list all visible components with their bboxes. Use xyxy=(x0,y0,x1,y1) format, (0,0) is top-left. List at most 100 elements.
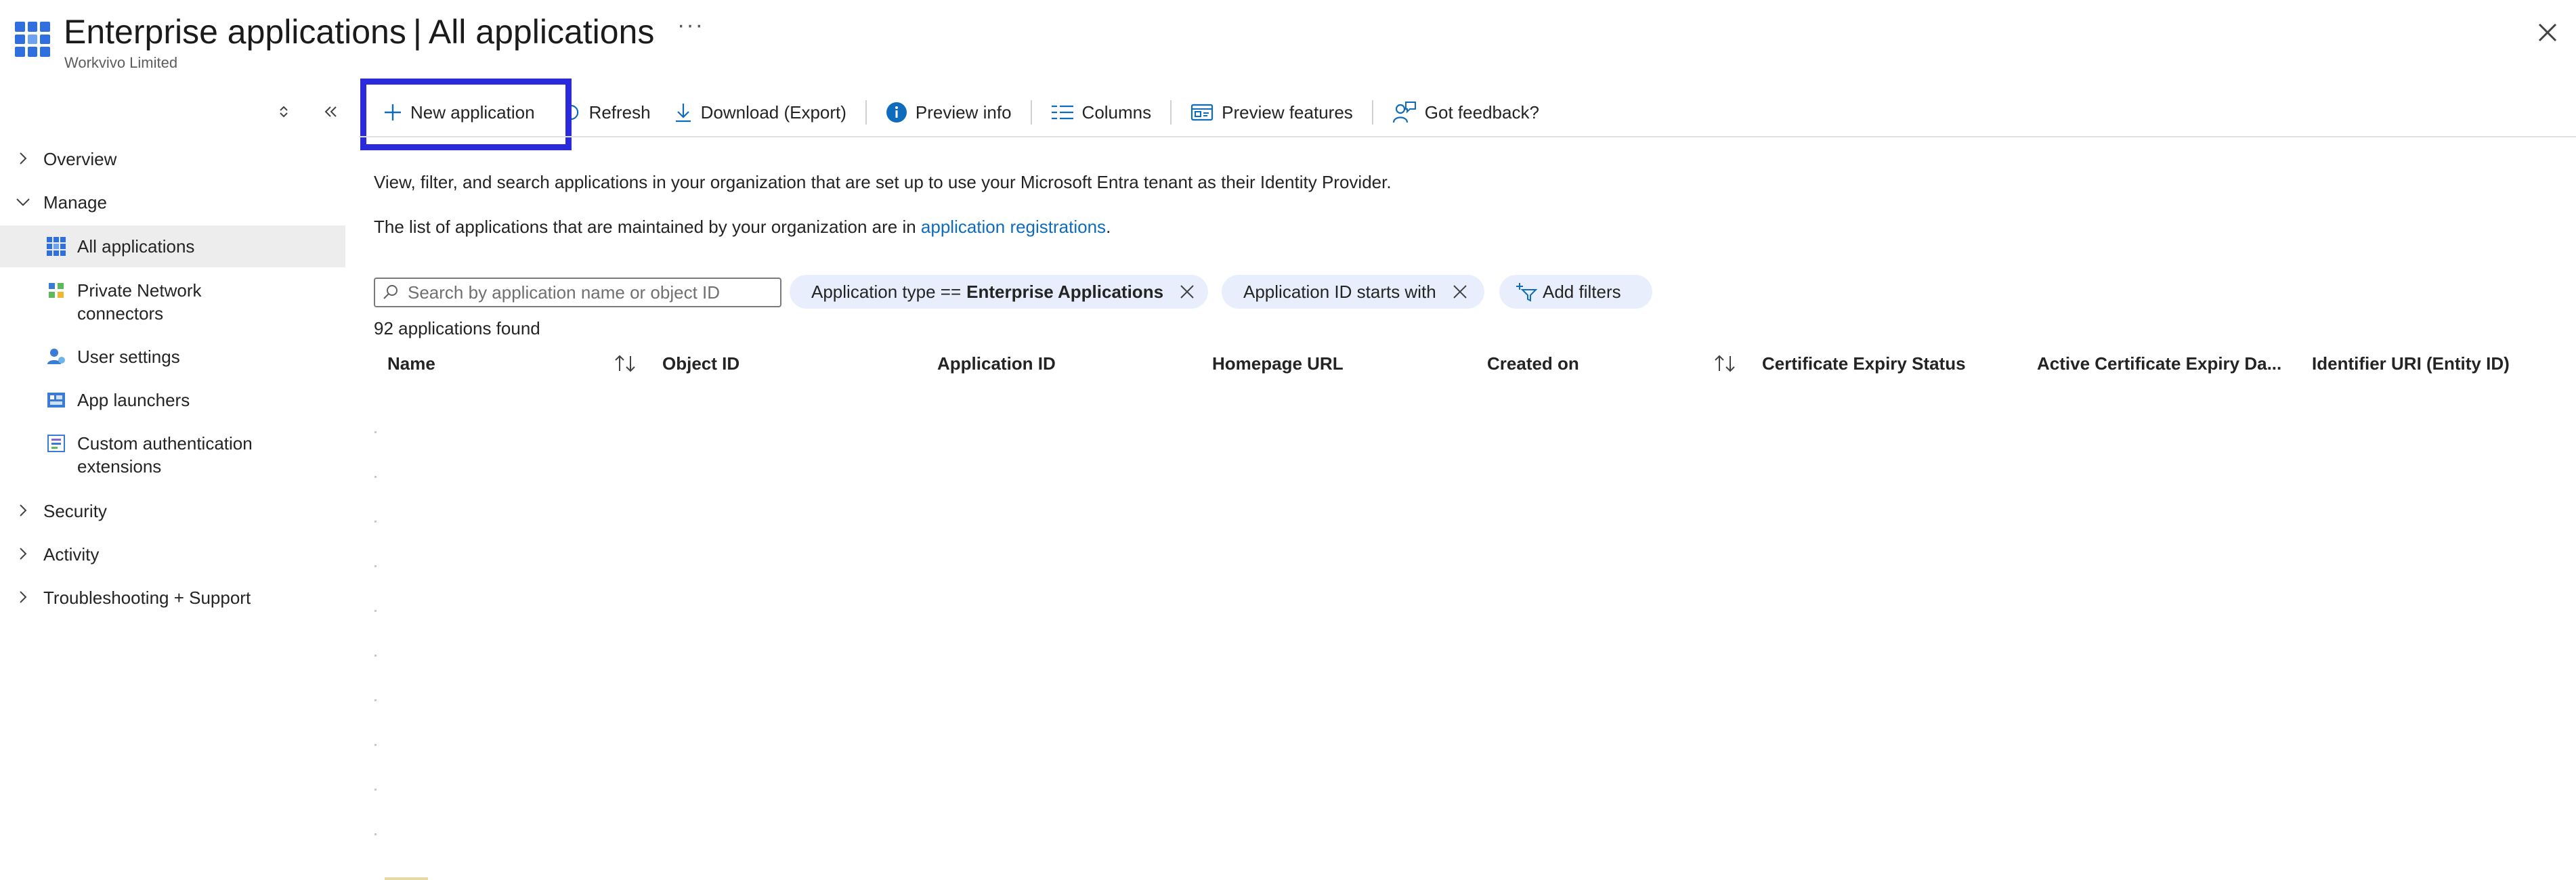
loading-row-placeholder xyxy=(374,699,377,701)
preview-info-label: Preview info xyxy=(915,102,1012,123)
feedback-button[interactable]: Got feedback? xyxy=(1392,95,1539,130)
sidebar-item-activity[interactable]: Activity xyxy=(0,543,345,566)
add-filters-button[interactable]: Add filters xyxy=(1499,275,1652,309)
toolbar-divider xyxy=(1030,100,1032,125)
sidebar-item-all-applications[interactable]: All applications xyxy=(0,225,345,267)
search-input[interactable] xyxy=(406,281,775,304)
sidebar-item-custom-authentication-extensions[interactable]: Custom authentication extensions xyxy=(0,432,345,478)
remove-filter-icon[interactable] xyxy=(1451,283,1469,301)
sidebar-item-security[interactable]: Security xyxy=(0,500,345,523)
sidebar-item-label: All applications xyxy=(77,236,195,257)
loading-row-placeholder xyxy=(374,431,377,433)
column-header-active-certificate-expiry-date[interactable]: Active Certificate Expiry Da... xyxy=(2037,353,2281,374)
info-icon xyxy=(886,102,907,123)
remove-filter-icon[interactable] xyxy=(1178,283,1196,301)
sidebar-item-troubleshooting-support[interactable]: Troubleshooting + Support xyxy=(0,586,345,609)
column-header-homepage-url[interactable]: Homepage URL xyxy=(1212,353,1344,374)
preview-info-button[interactable]: Preview info xyxy=(886,95,1012,130)
sidebar-item-label: Manage xyxy=(43,192,107,213)
collapse-sidebar-icon[interactable] xyxy=(322,104,339,119)
sidebar-item-label: Private Network connectors xyxy=(77,279,202,325)
sidebar-item-label: User settings xyxy=(77,347,180,367)
download-export-button[interactable]: Download (Export) xyxy=(674,95,846,130)
page-title: Enterprise applications | All applications xyxy=(64,9,654,54)
sidebar-item-overview[interactable]: Overview xyxy=(0,148,345,171)
sidebar-item-label: Troubleshooting + Support xyxy=(43,588,251,608)
loading-row-placeholder xyxy=(374,789,377,791)
column-header-identifier-uri[interactable]: Identifier URI (Entity ID) xyxy=(2312,353,2510,374)
tenant-name: Workvivo Limited xyxy=(64,54,178,71)
highlight-box xyxy=(360,79,572,150)
search-box[interactable] xyxy=(374,278,781,307)
loading-row-placeholder xyxy=(374,655,377,657)
result-count: 92 applications found xyxy=(374,318,540,338)
refresh-label: Refresh xyxy=(588,102,651,123)
application-registrations-link[interactable]: application registrations xyxy=(921,217,1106,237)
preview-features-icon xyxy=(1191,104,1214,121)
loading-row-placeholder xyxy=(374,833,377,835)
sidebar-item-label: App launchers xyxy=(77,390,190,410)
title-separator: | xyxy=(412,13,422,51)
filter-label: Application ID starts with xyxy=(1243,281,1436,302)
column-header-application-id[interactable]: Application ID xyxy=(937,353,1056,374)
filter-pill-application-type[interactable]: Application type == Enterprise Applicati… xyxy=(790,275,1208,309)
sidebar-item-label: Security xyxy=(43,501,107,521)
feedback-label: Got feedback? xyxy=(1424,102,1539,123)
loading-row-placeholder xyxy=(374,521,377,523)
columns-icon xyxy=(1051,105,1073,120)
grid-icon xyxy=(47,237,66,256)
columns-label: Columns xyxy=(1081,102,1152,123)
chevron-right-icon xyxy=(20,591,27,603)
label-line-2: connectors xyxy=(77,303,164,324)
more-options-button[interactable]: ··· xyxy=(677,12,704,39)
refresh-button[interactable]: Refresh xyxy=(562,95,651,130)
filter-label: Application type == xyxy=(811,281,962,302)
chevron-right-icon xyxy=(20,504,27,516)
loading-bar xyxy=(385,877,428,880)
enterprise-apps-grid-icon xyxy=(15,22,50,57)
toolbar-divider-line xyxy=(359,136,2576,137)
loading-row-placeholder xyxy=(374,610,377,612)
column-header-created-on[interactable]: Created on xyxy=(1487,353,1579,374)
sidebar-item-manage[interactable]: Manage xyxy=(0,191,345,214)
expand-collapse-icon[interactable] xyxy=(276,104,291,119)
columns-button[interactable]: Columns xyxy=(1051,95,1152,130)
preview-features-label: Preview features xyxy=(1222,102,1353,123)
filter-value: Enterprise Applications xyxy=(966,281,1164,302)
sidebar-item-app-launchers[interactable]: App launchers xyxy=(0,389,345,412)
label-line-1: Private Network xyxy=(77,280,202,301)
registrations-suffix: . xyxy=(1106,217,1111,237)
page-title-main: Enterprise applications xyxy=(64,13,406,51)
filter-pill-application-id[interactable]: Application ID starts with xyxy=(1222,275,1484,309)
sidebar-item-private-network-connectors[interactable]: Private Network connectors xyxy=(0,279,345,325)
add-filters-label: Add filters xyxy=(1543,281,1621,302)
column-header-object-id[interactable]: Object ID xyxy=(662,353,739,374)
sidebar-item-label: Custom authentication extensions xyxy=(77,432,253,478)
sidebar-item-label: Overview xyxy=(43,149,117,169)
sidebar-item-label: Activity xyxy=(43,544,100,565)
loading-row-placeholder xyxy=(374,744,377,746)
add-filter-icon xyxy=(1516,283,1537,302)
sort-icon[interactable] xyxy=(614,353,637,374)
description-text: View, filter, and search applications in… xyxy=(374,172,1392,192)
loading-row-placeholder xyxy=(374,476,377,478)
column-header-certificate-expiry-status[interactable]: Certificate Expiry Status xyxy=(1762,353,1966,374)
app-launcher-icon xyxy=(47,393,65,408)
preview-features-button[interactable]: Preview features xyxy=(1190,95,1353,130)
close-icon[interactable] xyxy=(2534,19,2561,46)
sort-icon[interactable] xyxy=(1713,353,1736,374)
sidebar-item-user-settings[interactable]: User settings xyxy=(0,345,345,368)
toolbar-divider xyxy=(865,100,867,125)
toolbar-divider xyxy=(1371,100,1373,125)
label-line-1: Custom authentication xyxy=(77,433,253,454)
label-line-2: extensions xyxy=(77,456,162,477)
download-icon xyxy=(675,104,691,123)
extension-icon xyxy=(47,435,65,452)
loading-row-placeholder xyxy=(374,565,377,567)
column-header-name[interactable]: Name xyxy=(387,353,435,374)
user-settings-icon xyxy=(47,349,65,364)
chevron-right-icon xyxy=(20,152,27,164)
network-icon xyxy=(49,283,64,298)
chevron-right-icon xyxy=(20,548,27,560)
download-label: Download (Export) xyxy=(700,102,846,123)
